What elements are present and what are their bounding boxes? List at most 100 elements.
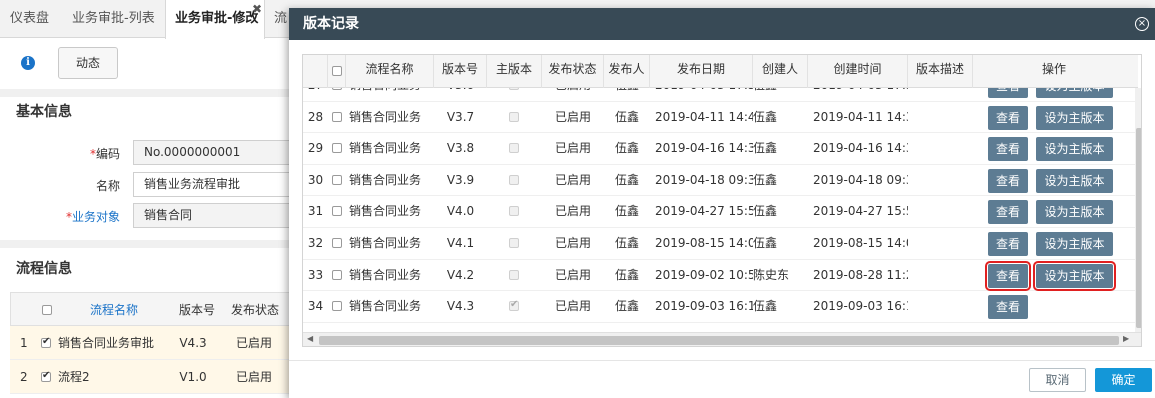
publisher: 伍鑫 <box>614 236 639 250</box>
publish-date: 2019-04-16 14:32: <box>655 141 753 156</box>
set-main-version-button[interactable]: 设为主版本 <box>1036 88 1113 98</box>
row-checkbox[interactable] <box>332 111 342 122</box>
index-header <box>303 55 328 88</box>
row-checkbox[interactable] <box>332 88 342 90</box>
view-button[interactable]: 查看 <box>988 137 1028 162</box>
table-row[interactable]: 31销售合同业务V4.0已启用伍鑫2019-04-27 15:50:伍鑫2019… <box>303 196 1135 228</box>
flow-name: 销售合同业务 <box>349 109 422 124</box>
set-main-version-button[interactable]: 设为主版本 <box>1036 137 1113 162</box>
version-description <box>913 102 973 133</box>
flow-version: V4.3 <box>179 336 207 350</box>
row-checkbox[interactable] <box>332 206 342 217</box>
row-checkbox[interactable] <box>332 238 342 248</box>
confirm-button[interactable]: 确定 <box>1095 368 1152 392</box>
view-button[interactable]: 查看 <box>988 105 1028 130</box>
cancel-button[interactable]: 取消 <box>1029 368 1086 392</box>
column-header: 版本号 <box>178 303 215 317</box>
row-checkbox[interactable] <box>332 174 342 185</box>
tab-approval-list[interactable]: 业务审批-列表 <box>72 0 155 38</box>
name-field[interactable]: 销售业务流程审批 <box>133 172 303 197</box>
view-button[interactable]: 查看 <box>988 88 1028 98</box>
vertical-scrollbar[interactable] <box>1135 88 1141 332</box>
view-button[interactable]: 查看 <box>988 168 1028 193</box>
tab-dashboard[interactable]: 仪表盘 <box>10 0 49 38</box>
set-main-version-button[interactable]: 设为主版本 <box>1033 260 1116 291</box>
row-checkbox[interactable] <box>332 301 342 312</box>
version-number: V3.7 <box>446 109 475 124</box>
close-icon[interactable]: ✖ <box>252 3 262 15</box>
creator: 伍鑫 <box>753 172 778 187</box>
publish-date: 2019-04-03 17:34: <box>655 88 753 101</box>
publish-date: 2019-09-03 16:10: <box>655 299 753 314</box>
select-all-checkbox[interactable] <box>332 66 342 76</box>
publisher: 伍鑫 <box>614 109 639 124</box>
flow-name: 销售合同业务 <box>349 267 422 282</box>
row-checkbox[interactable] <box>332 269 342 280</box>
created-time: 2019-08-15 14:00: <box>813 236 908 250</box>
publisher: 伍鑫 <box>614 172 639 187</box>
table-row[interactable]: 32销售合同业务V4.1已启用伍鑫2019-08-15 14:00:伍鑫2019… <box>303 228 1135 260</box>
table-row[interactable]: 30销售合同业务V3.9已启用伍鑫2019-04-18 09:33:伍鑫2019… <box>303 164 1135 197</box>
tab-flow[interactable]: 流 <box>274 0 287 38</box>
version-number: V3.9 <box>446 172 475 187</box>
horizontal-scrollbar[interactable]: ◀ ▶ <box>303 332 1141 346</box>
scroll-right-icon[interactable]: ▶ <box>1123 334 1129 343</box>
table-row[interactable]: 27销售合同业务V3.6已启用伍鑫2019-04-03 17:34:伍鑫2019… <box>303 88 1135 102</box>
created-time: 2019-04-11 14:33: <box>813 109 908 124</box>
version-history-dialog: 版本记录 × 流程名称 版本号 主版本 发布状态 发布人 发布日期 创建人 创建… <box>289 8 1155 398</box>
created-time: 2019-09-03 16:10: <box>813 299 908 314</box>
set-main-version-button[interactable]: 设为主版本 <box>1036 232 1113 256</box>
field-label-text: 名称 <box>95 179 120 193</box>
row-index: 34 <box>307 299 324 314</box>
creator: 伍鑫 <box>753 109 778 124</box>
row-checkbox[interactable] <box>41 370 51 382</box>
row-index: 33 <box>307 267 324 282</box>
creator: 伍鑫 <box>753 141 778 156</box>
column-header: 版本号 <box>434 55 487 88</box>
scrollbar-thumb[interactable] <box>319 336 1119 345</box>
set-main-version-button[interactable]: 设为主版本 <box>1036 200 1113 225</box>
close-icon[interactable]: × <box>1135 17 1149 31</box>
view-button[interactable]: 查看 <box>985 260 1031 291</box>
table-row[interactable]: 1 销售合同业务审批 V4.3 已启用 <box>10 326 300 360</box>
main-version-checkbox <box>509 238 519 248</box>
table-row[interactable]: 2 流程2 V1.0 已启用 <box>10 360 300 394</box>
dynamic-button[interactable]: 动态 <box>58 47 118 79</box>
publish-date: 2019-04-18 09:33: <box>655 172 753 187</box>
dialog-header: 版本记录 × <box>289 8 1155 40</box>
row-checkbox[interactable] <box>332 143 342 154</box>
column-header: 主版本 <box>487 55 542 88</box>
table-row[interactable]: 33 销售合同业务 V4.2 已启用 伍鑫 2019-09-02 10:53:陈史东 201… <box>303 259 1135 292</box>
column-header: 发布状态 <box>230 303 279 317</box>
tab-approval-edit[interactable]: 业务审批-修改 ✖ <box>165 0 265 39</box>
view-button[interactable]: 查看 <box>988 200 1028 225</box>
set-main-version-button[interactable]: 设为主版本 <box>1036 168 1113 193</box>
view-button[interactable]: 查看 <box>988 232 1028 256</box>
publish-status: 已启用 <box>554 267 591 282</box>
publish-date: 2019-09-02 10:53: <box>655 267 753 282</box>
scroll-left-icon[interactable]: ◀ <box>307 334 313 343</box>
scrollbar-thumb[interactable] <box>1136 128 1141 328</box>
dialog-footer: 取消 确定 <box>289 360 1155 398</box>
version-number: V4.3 <box>446 299 475 314</box>
view-button[interactable]: 查看 <box>988 295 1028 320</box>
table-row[interactable]: 34销售合同业务V4.3已启用伍鑫2019-09-03 16:10:伍鑫2019… <box>303 291 1135 323</box>
creator: 伍鑫 <box>753 236 778 250</box>
created-time: 2019-04-03 17:34: <box>813 88 908 101</box>
code-field[interactable]: No.0000000001 <box>133 140 303 165</box>
set-main-version-button[interactable]: 设为主版本 <box>1036 105 1113 130</box>
version-table-header: 流程名称 版本号 主版本 发布状态 发布人 发布日期 创建人 创建时间 版本描述… <box>303 55 1138 88</box>
business-object-field[interactable]: 销售合同 <box>133 203 303 228</box>
row-index: 27 <box>303 88 328 101</box>
table-row[interactable]: 29销售合同业务V3.8已启用伍鑫2019-04-16 14:32:伍鑫2019… <box>303 133 1135 165</box>
flow-status: 已启用 <box>235 336 272 350</box>
basic-info-title: 基本信息 <box>16 104 72 120</box>
flow-name: 销售合同业务 <box>349 236 422 250</box>
select-all-checkbox[interactable] <box>42 305 52 315</box>
flow-name: 流程2 <box>58 370 90 384</box>
row-checkbox[interactable] <box>41 336 51 348</box>
main-version-checkbox <box>509 269 519 280</box>
table-row[interactable]: 28销售合同业务V3.7已启用伍鑫2019-04-11 14:40:伍鑫2019… <box>303 101 1135 134</box>
publisher: 伍鑫 <box>614 267 639 282</box>
flow-name: 销售合同业务 <box>349 204 422 219</box>
